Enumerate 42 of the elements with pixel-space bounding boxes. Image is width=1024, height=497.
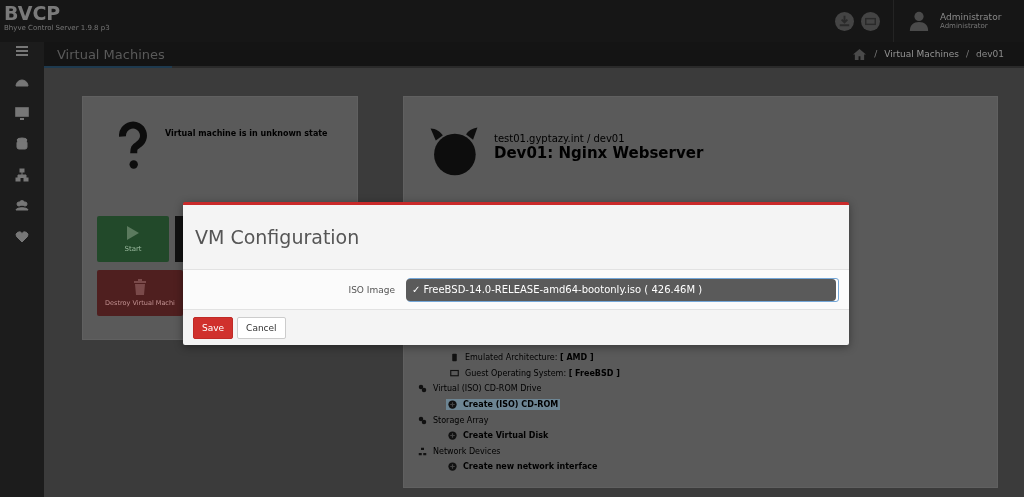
daemon-logo-icon <box>428 125 480 177</box>
database-icon[interactable] <box>15 137 29 151</box>
option-row: Guest Operating System: [ FreeBSD ] <box>465 368 620 378</box>
page-title: Virtual Machines <box>56 46 165 62</box>
tree-action[interactable]: Create new network interface <box>446 461 600 473</box>
breadcrumb-separator: / <box>873 49 879 59</box>
breadcrumb-separator: / <box>964 49 970 59</box>
plus-circle-icon <box>448 431 457 441</box>
save-button[interactable]: Save <box>193 316 234 339</box>
home-icon[interactable] <box>852 47 868 61</box>
field-label: ISO Image <box>347 284 395 295</box>
play-icon <box>126 225 140 241</box>
status-message: Virtual machine is in unknown state <box>165 129 328 140</box>
trash-icon <box>133 279 147 295</box>
tree-action[interactable]: Create (ISO) CD-ROM <box>446 399 561 411</box>
users-icon[interactable] <box>15 199 29 213</box>
network-icon[interactable] <box>15 168 29 182</box>
menu-icon[interactable] <box>15 44 29 58</box>
heart-icon[interactable] <box>15 230 29 244</box>
tree-item[interactable]: Network Devices <box>433 446 501 456</box>
plus-circle-icon <box>448 400 457 410</box>
breadcrumb-link[interactable]: Virtual Machines <box>884 49 959 59</box>
vm-path: test01.gyptazy.int / dev01 <box>494 133 626 144</box>
tree-item[interactable]: Storage Array <box>433 415 489 425</box>
chip-icon <box>450 353 459 363</box>
cancel-button[interactable]: Cancel <box>237 316 286 339</box>
tree-item[interactable]: Virtual (ISO) CD-ROM Drive <box>433 384 542 394</box>
drive-icon <box>418 415 427 425</box>
select-field[interactable]: ✓ FreeBSD-14.0-RELEASE-amd64-bootonly.iso ( 426.46M ) <box>407 277 839 302</box>
option-row: Emulated Architecture: [ AMD ] <box>465 353 594 363</box>
drive-icon <box>418 384 427 394</box>
brand-name: BVCP <box>4 2 62 24</box>
breadcrumb-current: dev01 <box>975 49 1004 59</box>
modal-title: VM Configuration <box>195 226 360 248</box>
user-avatar-icon[interactable] <box>908 9 930 33</box>
network-icon <box>418 446 427 456</box>
monitor-icon[interactable] <box>15 106 29 120</box>
monitor-icon <box>450 368 459 378</box>
tree-action[interactable]: Create Virtual Disk <box>446 430 551 442</box>
plus-circle-icon <box>448 462 457 472</box>
vm-title: Dev01: Nginx Webserver <box>494 144 704 162</box>
user-name: Administrator <box>940 12 1003 22</box>
